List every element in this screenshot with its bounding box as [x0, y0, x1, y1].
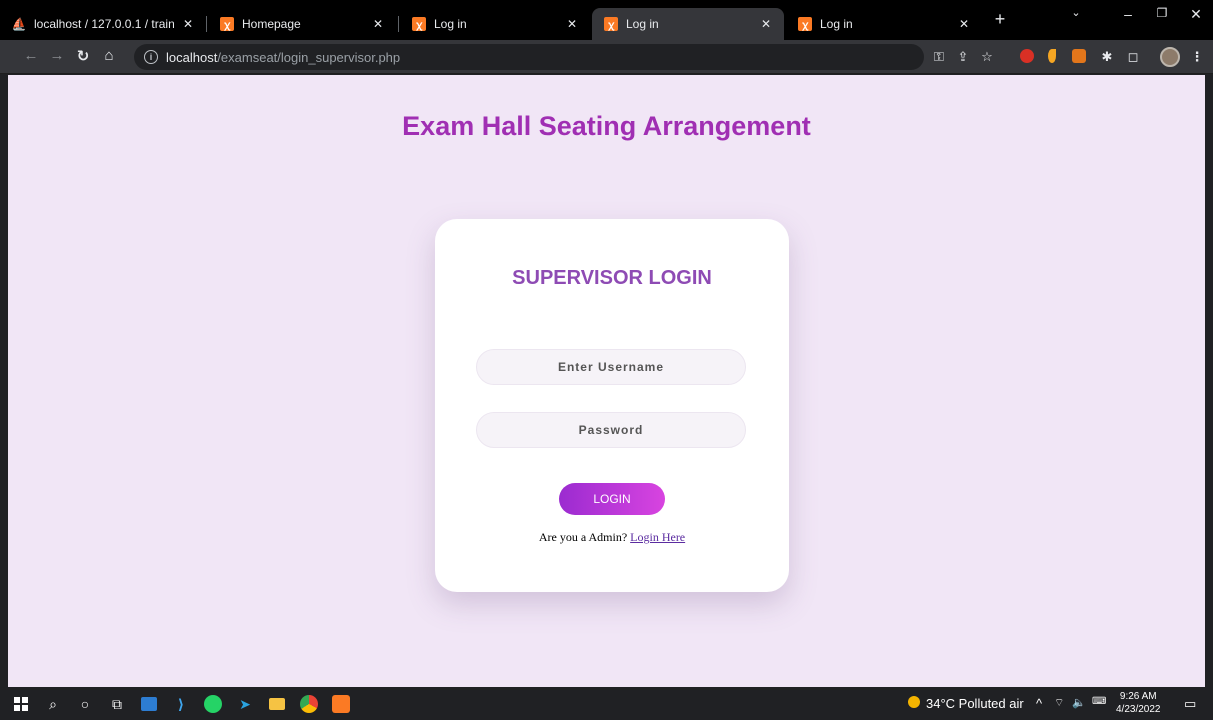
tab-title: localhost / 127.0.0.1 / train | [34, 17, 174, 31]
keyboard-icon[interactable]: ⌨ [1092, 696, 1106, 707]
card-title: SUPERVISOR LOGIN [512, 267, 712, 289]
new-tab-icon[interactable]: + [988, 9, 1012, 30]
close-icon[interactable]: ✕ [564, 17, 580, 31]
network-icon[interactable]: ⌔ [1054, 696, 1064, 710]
close-icon[interactable]: ✕ [956, 17, 972, 31]
file-explorer-icon[interactable] [266, 693, 288, 715]
cortana-icon[interactable]: ○ [74, 693, 96, 715]
tab-homepage[interactable]: ꭓ Homepage ✕ [208, 8, 396, 40]
vscode-icon[interactable]: ⟩ [170, 693, 192, 715]
xampp-icon: ꭓ [604, 17, 618, 31]
reload-icon[interactable]: ↻ [72, 47, 94, 65]
admin-login-link[interactable]: Login Here [630, 530, 685, 544]
telegram-icon[interactable]: ➤ [234, 693, 256, 715]
adblock-extension-icon[interactable] [1020, 49, 1034, 63]
clock[interactable]: 9:26 AM 4/23/2022 [1116, 690, 1161, 716]
url-host: localhost [166, 49, 218, 65]
metamask-icon[interactable] [1072, 49, 1086, 63]
task-view-icon[interactable]: ⧉ [106, 693, 128, 715]
back-icon[interactable]: ← [20, 47, 42, 64]
chrome-icon[interactable] [298, 693, 320, 715]
forward-icon[interactable]: → [46, 47, 68, 64]
sidepanel-icon[interactable]: ◻ [1124, 49, 1142, 65]
tab-login-active[interactable]: ꭓ Log in ✕ [592, 8, 784, 40]
search-icon[interactable]: ⌕ [42, 693, 64, 715]
chevron-up-icon[interactable]: ^ [1036, 696, 1042, 711]
browser-toolbar: ← → ↻ ⌂ i localhost/examseat/login_super… [0, 40, 1213, 74]
puzzle-icon[interactable]: ✱ [1098, 49, 1116, 65]
tab-title: Log in [820, 17, 853, 31]
volume-icon[interactable]: 🔈 [1072, 696, 1086, 709]
close-icon[interactable]: ✕ [758, 17, 774, 31]
extension-icon[interactable] [1048, 49, 1056, 63]
close-window-icon[interactable]: ✕ [1184, 6, 1208, 23]
xampp-icon: ꭓ [220, 17, 234, 31]
clock-date: 4/23/2022 [1116, 704, 1161, 715]
address-bar[interactable]: i localhost/examseat/login_supervisor.ph… [134, 44, 924, 70]
tab-title: Homepage [242, 17, 301, 31]
clock-time: 9:26 AM [1119, 691, 1157, 702]
notification-icon[interactable]: ▭ [1184, 696, 1196, 712]
tab-phpmyadmin[interactable]: ⛵ localhost / 127.0.0.1 / train | ✕ [0, 8, 206, 40]
close-icon[interactable]: ✕ [180, 17, 196, 31]
info-icon[interactable]: i [144, 50, 158, 64]
tab-search-icon[interactable]: ⌄ [1064, 6, 1088, 19]
whatsapp-icon[interactable] [202, 693, 224, 715]
windows-taskbar: ⌕ ○ ⧉ ⟩ ➤ 34°C Polluted air ^ ⌔ 🔈 ⌨ 9:26… [0, 687, 1213, 720]
weather-text[interactable]: 34°C Polluted air [926, 696, 1024, 711]
restore-icon[interactable]: ❐ [1150, 6, 1174, 20]
url-path: /examseat/login_supervisor.php [217, 49, 401, 65]
close-icon[interactable]: ✕ [370, 17, 386, 31]
tab-title: Log in [626, 17, 659, 31]
key-icon[interactable]: ⚿ [930, 49, 948, 65]
xampp-taskbar-icon[interactable] [330, 693, 352, 715]
page-content: Exam Hall Seating Arrangement SUPERVISOR… [8, 75, 1205, 687]
password-input[interactable] [476, 412, 746, 448]
minimize-icon[interactable]: – [1116, 6, 1140, 22]
store-icon[interactable] [138, 693, 160, 715]
home-icon[interactable]: ⌂ [98, 47, 120, 64]
admin-prompt: Are you a Admin? [538, 530, 628, 544]
xampp-icon: ꭓ [412, 17, 426, 31]
browser-tab-strip: ⛵ localhost / 127.0.0.1 / train | ✕ ꭓ Ho… [0, 0, 1213, 40]
windows-start-icon[interactable] [10, 693, 32, 715]
star-icon[interactable]: ☆ [978, 49, 996, 65]
menu-icon[interactable]: ⋮ [1188, 49, 1206, 65]
page-title: Exam Hall Seating Arrangement [402, 111, 811, 141]
login-button[interactable]: LOGIN [559, 483, 665, 515]
weather-icon[interactable] [908, 696, 920, 711]
tab-login-1[interactable]: ꭓ Log in ✕ [400, 8, 590, 40]
tab-title: Log in [434, 17, 467, 31]
admin-prompt-row: Are you a Admin? Login Here [435, 530, 789, 545]
login-card: SUPERVISOR LOGIN LOGIN Are you a Admin? … [435, 219, 789, 592]
xampp-icon: ꭓ [798, 17, 812, 31]
phpmyadmin-icon: ⛵ [11, 17, 27, 31]
tab-separator [206, 16, 207, 32]
profile-avatar[interactable] [1160, 47, 1180, 67]
username-input[interactable] [476, 349, 746, 385]
tab-separator [398, 16, 399, 32]
tab-login-3[interactable]: ꭓ Log in ✕ [786, 8, 982, 40]
share-icon[interactable]: ⇪ [954, 49, 972, 65]
